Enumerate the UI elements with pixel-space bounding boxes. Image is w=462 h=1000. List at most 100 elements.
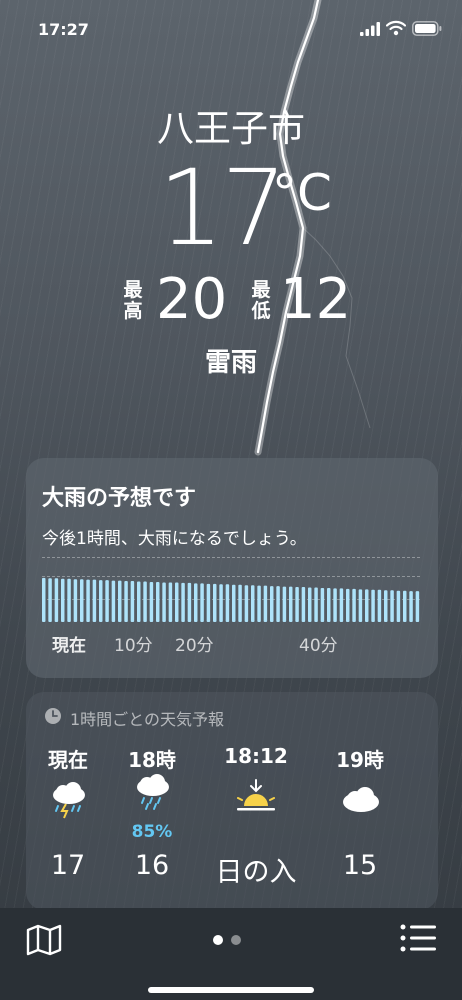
high-temperature: 20 [156, 267, 228, 332]
precipitation-bar [80, 579, 84, 622]
hourly-scroll[interactable]: 現在 17 18時 85% 16 18:12 日の入 19時 15 [26, 744, 438, 894]
high-low: 最高 20 最低 12 [122, 272, 362, 338]
tick-10min: 10分 [114, 636, 153, 656]
precipitation-bar [181, 582, 185, 622]
current-temperature: 17 [158, 147, 287, 269]
page-indicator[interactable] [213, 930, 249, 949]
precipitation-bar [339, 588, 344, 622]
precipitation-bar [194, 583, 198, 622]
precipitation-bar [238, 584, 242, 622]
hourly-header: 1時間ごとの天気予報 [44, 706, 224, 730]
precipitation-bar [143, 581, 147, 622]
precipitation-bar [67, 578, 71, 622]
cloud-icon [343, 787, 379, 812]
hour-label: 19時 [336, 748, 384, 772]
precipitation-bar [295, 587, 299, 622]
precipitation-bar [99, 580, 103, 622]
precipitation-bar [320, 587, 325, 622]
precipitation-bar [289, 586, 293, 622]
precipitation-bar [308, 587, 312, 622]
precipitation-title: 大雨の予想です [42, 486, 197, 511]
precipitation-subtitle: 今後1時間、大雨になるでしょう。 [42, 529, 307, 549]
precipitation-bar [384, 590, 388, 622]
hour-label: 18時 [128, 748, 176, 772]
precipitation-bar [352, 588, 356, 622]
precipitation-bar [156, 581, 160, 622]
hour-temperature: 1 [416, 850, 438, 881]
hour-temperature: 日の入 [215, 857, 297, 888]
precipitation-bar [346, 588, 350, 622]
temperature-unit: °C [272, 164, 332, 222]
page-dot[interactable] [231, 935, 241, 945]
tick-now: 現在 [52, 636, 86, 656]
hourly-forecast-card[interactable]: 1時間ごとの天気予報 現在 17 18時 85% 16 18:12 日の入 19… [26, 692, 438, 910]
chart-gridline [42, 557, 420, 558]
precipitation-bar [390, 590, 394, 622]
hour-temperature: 16 [134, 850, 170, 881]
precipitation-bar [263, 585, 268, 622]
precipitation-bar [124, 581, 128, 622]
precipitation-bar [270, 586, 274, 622]
precipitation-bar [403, 590, 407, 622]
page-dot-active[interactable] [213, 935, 223, 945]
hour-label: 20 [416, 744, 438, 772]
precipitation-bar [200, 583, 204, 622]
precipitation-bar [54, 578, 59, 622]
precipitation-bar [371, 589, 375, 622]
city-name: 八王子市 [157, 107, 305, 150]
home-indicator [148, 987, 314, 993]
cloud-icon [437, 782, 438, 816]
precipitation-bar [415, 591, 420, 622]
precipitation-bar [105, 580, 109, 622]
precipitation-chance: 85% [131, 822, 173, 842]
clock-icon [45, 708, 61, 724]
hour-temperature: 17 [50, 850, 86, 881]
precipitation-bar [162, 582, 166, 622]
precipitation-bar [42, 577, 46, 622]
weather-condition: 雷雨 [204, 348, 257, 378]
precipitation-bar [244, 585, 249, 622]
list-icon[interactable] [400, 924, 436, 952]
precipitation-bar [92, 579, 97, 622]
hour-sunset: 18:12 日の入 [214, 744, 298, 889]
precipitation-bar [327, 587, 331, 622]
precipitation-bar [168, 582, 173, 622]
precipitation-bar [187, 582, 192, 622]
precipitation-bar [118, 580, 122, 622]
precipitation-bar [137, 581, 141, 622]
low-temperature: 12 [280, 267, 352, 332]
precipitation-bar [130, 581, 135, 622]
hour-temperature: 15 [342, 850, 378, 881]
precipitation-bar [61, 578, 65, 622]
precipitation-bar [314, 587, 318, 622]
precipitation-bar [213, 583, 217, 622]
status-time: 17:27 [38, 20, 89, 39]
thunderstorm-icon [53, 782, 85, 819]
precipitation-bar [111, 580, 116, 622]
precipitation-bar [333, 588, 337, 622]
precipitation-bar [301, 587, 306, 622]
hour-18: 18時 85% 16 [110, 744, 194, 881]
hourly-header-label: 1時間ごとの天気予報 [70, 710, 225, 729]
bottom-toolbar [0, 908, 462, 1000]
precipitation-bar [219, 584, 223, 622]
high-label: 最高 [123, 279, 143, 322]
precipitation-bar [206, 583, 211, 622]
hour-label: 現在 [48, 748, 88, 772]
precipitation-bar [365, 589, 369, 622]
hour-20: 20 1 [416, 744, 438, 881]
precipitation-bar [282, 586, 287, 622]
map-icon[interactable] [26, 924, 62, 956]
precipitation-bar [48, 578, 52, 622]
tick-40min: 40分 [299, 636, 338, 656]
hour-19: 19時 15 [318, 744, 402, 881]
hour-label: 18:12 [224, 744, 288, 768]
battery-icon [412, 21, 442, 36]
precipitation-chart [42, 577, 420, 622]
precipitation-bar [377, 589, 382, 622]
rain-icon [137, 774, 169, 810]
precipitation-bar [175, 582, 179, 622]
low-label: 最低 [251, 279, 271, 322]
precipitation-card[interactable]: 大雨の予想です 今後1時間、大雨になるでしょう。 現在 10分 20分 40分 [26, 458, 438, 678]
sunset-icon [237, 779, 275, 811]
